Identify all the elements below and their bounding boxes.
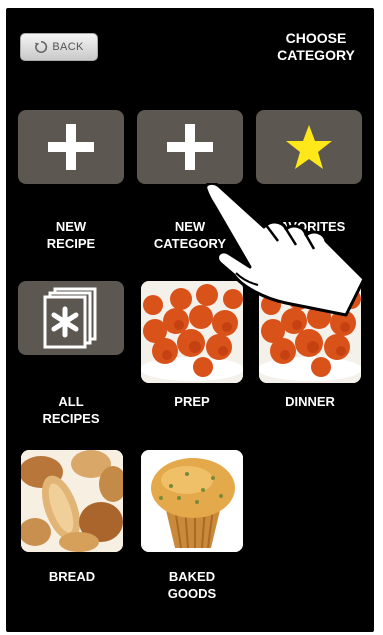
favorites-tile[interactable] <box>256 110 362 184</box>
back-button-label: BACK <box>52 41 84 53</box>
asterisk-document-stack-icon <box>43 287 97 349</box>
back-button[interactable]: BACK <box>20 33 98 61</box>
pointing-hand-icon <box>206 183 366 317</box>
bread-label: BREAD <box>48 569 96 584</box>
app-screen: BACK CHOOSE CATEGORY NEW RECIPE NEW CATE… <box>6 8 374 632</box>
new-category-tile[interactable] <box>137 110 243 184</box>
bread-tile[interactable] <box>21 450 123 552</box>
plus-icon <box>48 124 94 170</box>
dinner-label: DINNER <box>285 394 335 409</box>
baked-goods-label: BAKED GOODS <box>167 569 217 601</box>
plus-icon <box>167 124 213 170</box>
page-title: CHOOSE CATEGORY <box>277 30 355 63</box>
prep-label: PREP <box>174 394 210 409</box>
muffin-photo <box>141 450 243 552</box>
new-recipe-label: NEW RECIPE <box>46 219 96 251</box>
all-recipes-label: ALL RECIPES <box>42 394 100 426</box>
new-recipe-tile[interactable] <box>18 110 124 184</box>
star-icon <box>286 125 332 169</box>
baked-goods-tile[interactable] <box>141 450 243 552</box>
back-arrow-icon <box>35 40 48 54</box>
bread-photo <box>21 450 123 552</box>
all-recipes-tile[interactable] <box>18 281 124 355</box>
